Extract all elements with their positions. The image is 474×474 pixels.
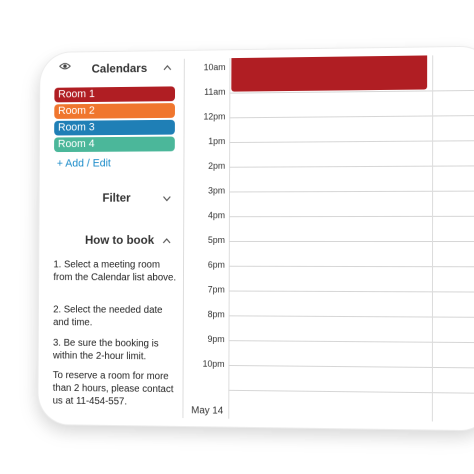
chevron-down-icon[interactable] xyxy=(162,194,172,204)
time-label: 1pm xyxy=(208,136,226,147)
time-label: 4pm xyxy=(207,210,226,221)
time-label: 10pm xyxy=(202,358,225,369)
time-label: 8pm xyxy=(207,309,225,320)
room-3-item[interactable]: Room 3 xyxy=(54,119,175,136)
hour-gridline xyxy=(228,265,474,268)
hour-gridline xyxy=(228,364,474,369)
instruction-step-1: 1. Select a meeting room from the Calend… xyxy=(53,259,177,284)
instruction-step-3: 3. Be sure the booking is within the 2-h… xyxy=(52,337,159,363)
how-to-book-title[interactable]: How to book xyxy=(85,233,154,247)
time-label: 7pm xyxy=(207,284,225,295)
hour-gridline xyxy=(228,389,474,394)
hour-gridline xyxy=(229,114,474,119)
time-label: 10am xyxy=(203,62,226,73)
day-calendar-grid[interactable]: 10am 11am 12pm 1pm 2pm 3pm 4pm 5pm 6pm 7… xyxy=(182,54,474,423)
hour-gridline xyxy=(229,165,474,168)
chevron-up-icon[interactable] xyxy=(163,63,173,73)
hour-gridline xyxy=(228,340,474,344)
hour-gridline xyxy=(229,140,474,144)
room-1-item[interactable]: Room 1 xyxy=(54,86,176,103)
time-label: 3pm xyxy=(208,185,226,196)
chevron-up-icon[interactable] xyxy=(162,236,172,246)
time-label: 11am xyxy=(204,86,226,97)
add-edit-link[interactable]: + Add / Edit xyxy=(57,158,111,170)
hour-gridline xyxy=(228,315,474,318)
instruction-step-2: 2. Select the needed date and time. xyxy=(53,304,163,329)
eye-icon[interactable] xyxy=(59,62,70,70)
filter-title[interactable]: Filter xyxy=(102,191,130,205)
contact-note: To reserve a room for more than 2 hours,… xyxy=(52,370,174,408)
time-label: 2pm xyxy=(208,160,226,171)
hour-gridline xyxy=(228,240,474,243)
time-label: 12pm xyxy=(203,111,226,122)
hour-gridline xyxy=(228,215,474,218)
calendars-header[interactable]: Calendars xyxy=(50,59,184,80)
room-1-booking[interactable] xyxy=(231,55,428,92)
sidebar: Calendars Room 1 Room 2 Room 3 Room 4 + … xyxy=(47,58,184,419)
time-label: 9pm xyxy=(207,334,225,345)
hour-gridline xyxy=(229,190,474,193)
booking-screen: Calendars Room 1 Room 2 Room 3 Room 4 + … xyxy=(47,54,474,423)
calendars-title: Calendars xyxy=(91,61,148,76)
room-2-item[interactable]: Room 2 xyxy=(54,103,175,119)
room-4-item[interactable]: Room 4 xyxy=(54,136,175,153)
time-label: 6pm xyxy=(207,259,225,270)
time-column: 10am 11am 12pm 1pm 2pm 3pm 4pm 5pm 6pm 7… xyxy=(183,58,231,419)
time-label: 5pm xyxy=(207,235,225,245)
hour-gridline xyxy=(228,290,474,293)
tablet-frame: Calendars Room 1 Room 2 Room 3 Room 4 + … xyxy=(38,46,474,431)
date-label: May 14 xyxy=(191,405,224,417)
